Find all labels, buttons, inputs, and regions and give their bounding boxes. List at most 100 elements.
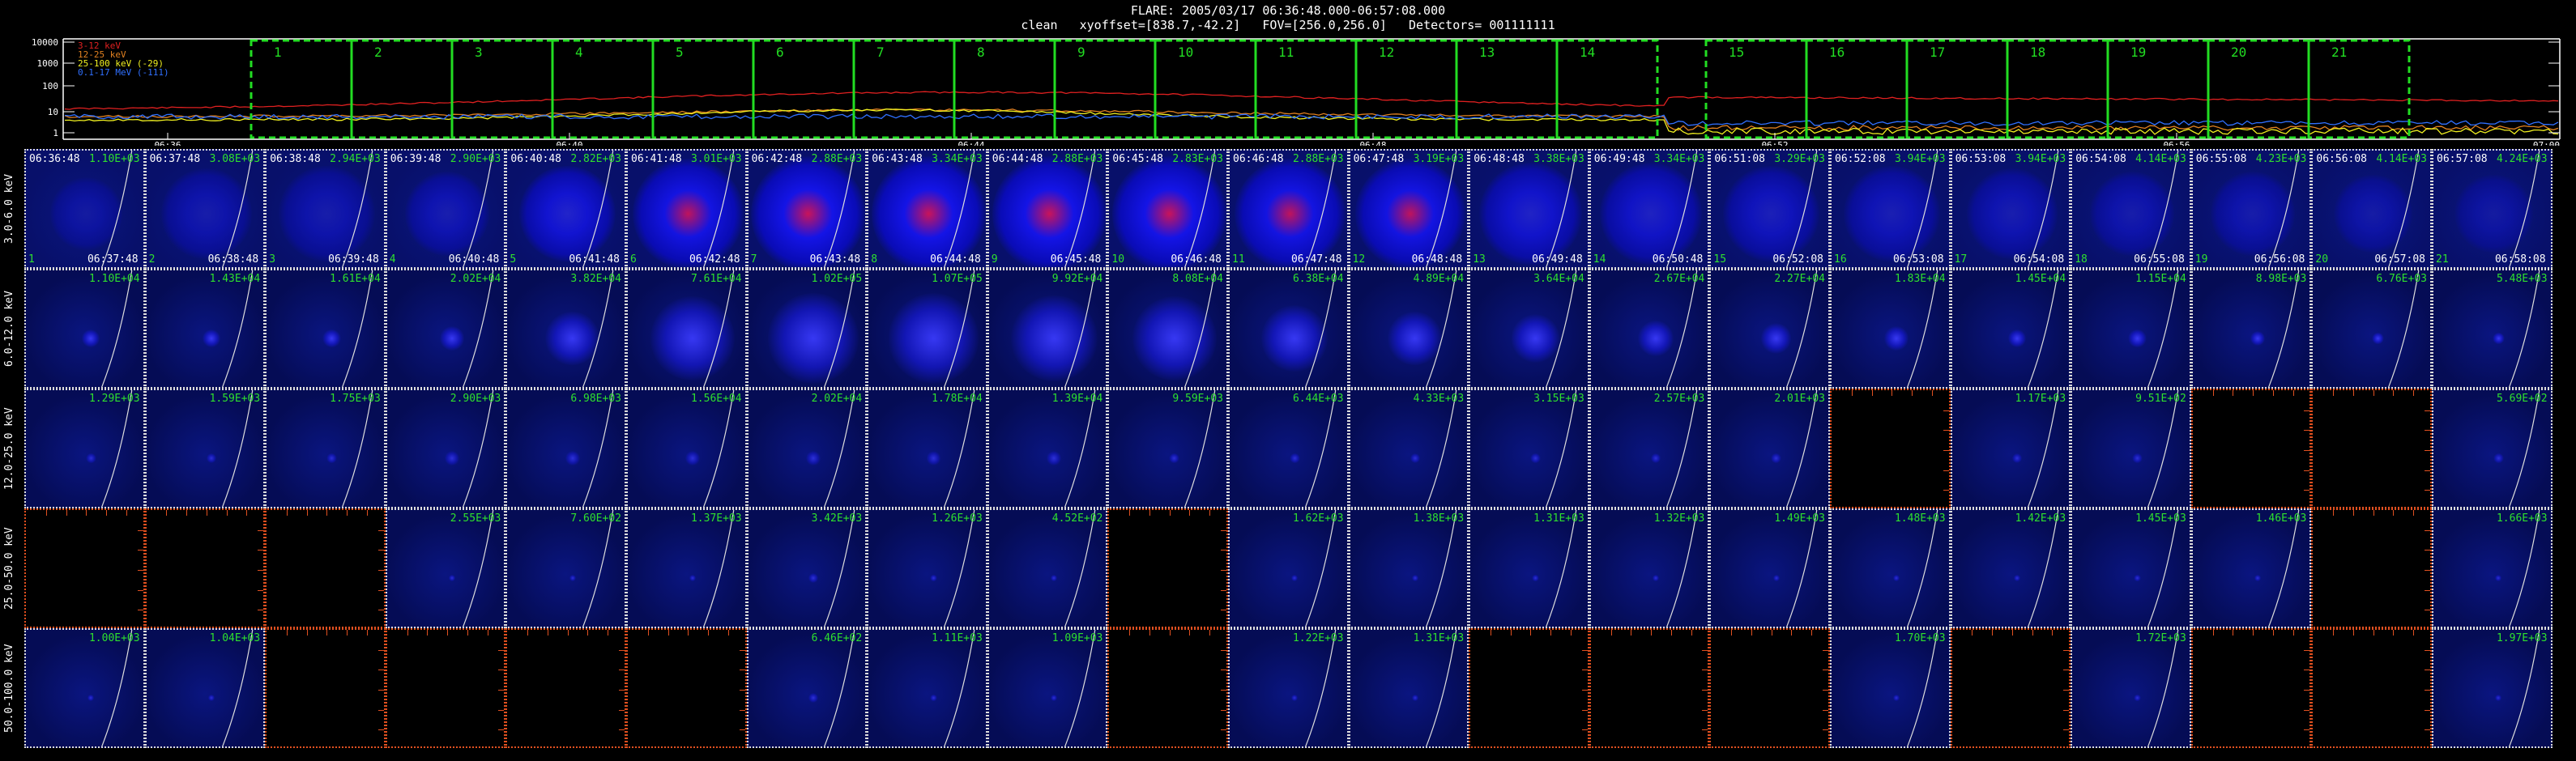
axis-tick <box>2304 410 2310 411</box>
axis-tick <box>137 589 143 591</box>
axis-tick <box>1731 630 1733 636</box>
interval-start-time: 06:52:08 <box>1835 153 1886 165</box>
image-panel: 1.72E+03 <box>2071 628 2191 748</box>
axis-tick <box>2393 630 2395 636</box>
axis-tick <box>2424 570 2430 571</box>
interval-index: 14 <box>1593 253 1606 266</box>
solar-limb <box>2267 151 2300 267</box>
axis-tick <box>106 510 108 516</box>
solar-limb <box>1546 390 1577 507</box>
solar-limb <box>2027 151 2058 267</box>
solar-limb <box>1907 630 1938 746</box>
solar-limb <box>2027 270 2058 387</box>
image-panel: 1.49E+03 <box>1709 508 1830 628</box>
interval-number: 3 <box>475 45 483 60</box>
solar-limb <box>1184 270 1216 387</box>
axis-tick <box>347 630 348 636</box>
x-tick-label: 06:52 <box>1761 140 1788 146</box>
image-panel: 5.48E+03 <box>2432 269 2553 389</box>
solar-limb <box>342 151 373 267</box>
axis-tick <box>1129 630 1131 636</box>
y-tick-label: 100 <box>42 81 58 91</box>
axis-tick <box>1581 729 1588 731</box>
peak-flux: 2.88E+03 <box>811 153 863 165</box>
interval-number: 8 <box>977 45 985 60</box>
image-panel: 06:52:08 06:53:08 16 3.94E+03 <box>1830 149 1951 269</box>
axis-tick <box>2424 470 2430 471</box>
peak-flux: 1.38E+03 <box>1413 512 1465 525</box>
image-panel: 06:54:08 06:55:08 18 4.14E+03 <box>2071 149 2191 269</box>
peak-flux: 3.01E+03 <box>690 153 742 165</box>
axis-tick <box>1220 709 1226 711</box>
image-panel: 2.55E+03 <box>385 508 506 628</box>
image-panel <box>2311 508 2432 628</box>
image-panel: 6.38E+04 <box>1228 269 1349 389</box>
interval-end-time: 06:56:08 <box>2254 253 2305 266</box>
interval-number: 15 <box>1729 45 1744 60</box>
image-panel: 1.70E+03 <box>1830 628 1951 748</box>
peak-flux: 1.49E+03 <box>1774 512 1825 525</box>
image-panel: 1.46E+03 <box>2190 508 2312 628</box>
image-panel: 06:41:48 06:42:48 6 3.01E+03 <box>626 149 747 269</box>
solar-limb <box>1665 151 1698 267</box>
axis-tick <box>367 510 369 516</box>
solar-limb <box>2027 390 2058 507</box>
image-panel <box>1830 389 1951 508</box>
image-panel: 06:40:48 06:41:48 5 2.82E+03 <box>505 149 626 269</box>
x-tick-label: 07:00 <box>2533 140 2560 146</box>
axis-tick <box>377 529 384 531</box>
image-panel: 06:57:08 06:58:08 21 4.24E+03 <box>2432 149 2553 269</box>
y-tick-label: 10 <box>48 107 58 117</box>
axis-tick <box>618 709 625 711</box>
energy-band-label: 3.0-6.0 keV <box>3 173 15 244</box>
axis-tick <box>2424 649 2430 651</box>
interval-end-time: 06:58:08 <box>2494 253 2546 266</box>
axis-tick <box>407 630 408 636</box>
image-panel: 9.92E+04 <box>987 269 1108 389</box>
solar-limb <box>1786 510 1818 627</box>
image-panel <box>1107 508 1228 628</box>
peak-flux: 1.72E+03 <box>2135 632 2186 644</box>
solar-limb <box>823 510 855 627</box>
interval-number: 16 <box>1829 45 1845 60</box>
interval-index: 13 <box>1473 253 1486 266</box>
peak-flux: 3.64E+04 <box>1533 273 1584 285</box>
interval-end-time: 06:54:08 <box>2013 253 2065 266</box>
image-panel: 1.04E+03 <box>144 628 266 748</box>
image-panel: 1.59E+03 <box>144 389 266 508</box>
axis-tick <box>1702 649 1708 651</box>
image-panel: 1.00E+03 <box>24 628 145 748</box>
peak-flux: 8.98E+03 <box>2255 273 2307 285</box>
image-panel: 06:42:48 06:43:48 7 2.88E+03 <box>746 149 868 269</box>
axis-tick <box>126 510 127 516</box>
image-panel: 06:49:48 06:50:48 14 3.34E+03 <box>1589 149 1710 269</box>
interval-end-time: 06:53:08 <box>1892 253 1944 266</box>
solar-limb <box>101 630 133 746</box>
solar-limb <box>703 510 735 627</box>
peak-flux: 1.09E+03 <box>1051 632 1103 644</box>
axis-tick <box>2032 630 2033 636</box>
axis-tick <box>1220 570 1226 571</box>
axis-tick <box>2212 390 2214 396</box>
axis-tick <box>618 729 625 731</box>
peak-flux: 1.37E+03 <box>690 512 742 525</box>
image-panel: 7.61E+04 <box>626 269 747 389</box>
peak-flux: 1.04E+03 <box>209 632 261 644</box>
axis-tick <box>1550 630 1552 636</box>
axis-tick <box>1149 630 1150 636</box>
interval-start-time: 06:37:48 <box>149 153 201 165</box>
axis-tick <box>618 649 625 651</box>
axis-tick <box>2424 529 2430 531</box>
image-panel: 06:56:08 06:57:08 20 4.14E+03 <box>2311 149 2432 269</box>
solar-limb <box>1305 630 1337 746</box>
axis-tick <box>2424 450 2430 451</box>
solar-limb <box>462 390 494 507</box>
peak-flux: 2.94E+03 <box>330 153 381 165</box>
axis-tick <box>1581 649 1588 651</box>
axis-tick <box>2292 390 2294 396</box>
interval-number: 13 <box>1479 45 1495 60</box>
image-panel: 4.33E+03 <box>1348 389 1469 508</box>
solar-limb <box>1305 510 1337 627</box>
image-panel: 1.45E+03 <box>2071 508 2191 628</box>
peak-flux: 1.45E+03 <box>2135 512 2186 525</box>
